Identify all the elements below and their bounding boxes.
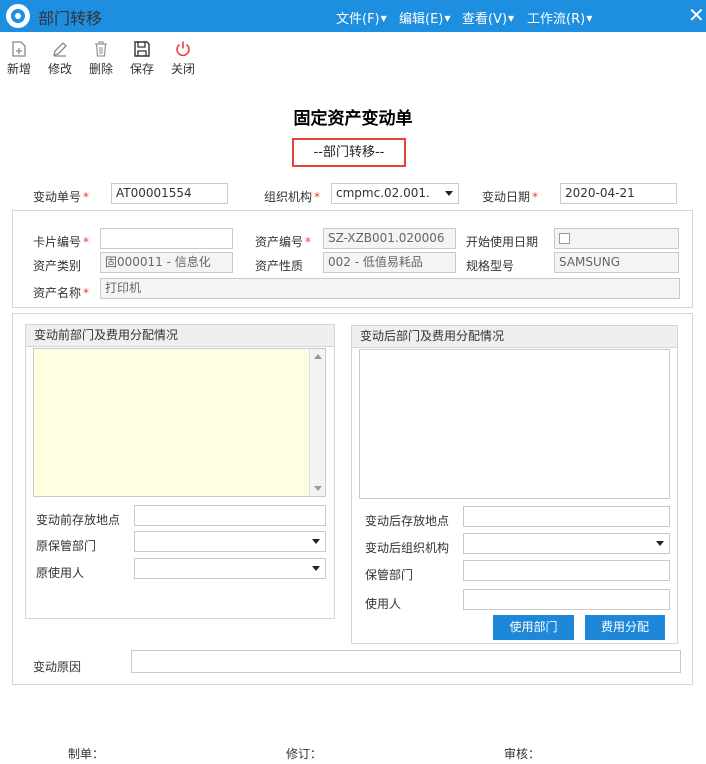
document-title: 固定资产变动单 <box>293 109 413 129</box>
dropdown-arrow-icon <box>656 541 664 546</box>
menu-view[interactable]: 查看(V)▼ <box>462 8 514 27</box>
menu-edit[interactable]: 编辑(E)▼ <box>399 8 451 27</box>
caret-down-icon: ▼ <box>508 14 515 23</box>
dropdown-arrow-icon <box>312 539 320 544</box>
asset-no-field[interactable]: SZ-XZB001.020006 <box>323 228 456 249</box>
scroll-down-icon[interactable] <box>314 486 322 491</box>
before-allocation-list[interactable] <box>33 348 326 497</box>
caret-down-icon: ▼ <box>380 14 387 23</box>
change-no-field[interactable]: AT00001554 <box>111 183 228 204</box>
window-title: 部门转移 <box>38 9 103 28</box>
dropdown-arrow-icon <box>445 191 453 196</box>
reason-field[interactable] <box>131 650 681 673</box>
before-location-label: 变动前存放地点 <box>36 513 121 527</box>
nature-field[interactable]: 002 - 低值易耗品 <box>323 252 456 273</box>
orig-user-label: 原使用人 <box>36 566 85 580</box>
after-org-select[interactable] <box>463 533 670 554</box>
custodian-dept-label: 保管部门 <box>365 568 414 582</box>
new-button-label: 新增 <box>6 62 31 76</box>
delete-button[interactable]: 删除 <box>85 40 117 77</box>
pencil-icon <box>53 42 67 57</box>
category-label: 资产类别 <box>33 259 82 273</box>
close-button[interactable]: 关闭 <box>167 40 199 77</box>
menu-file[interactable]: 文件(F)▼ <box>336 8 387 27</box>
after-org-label: 变动后组织机构 <box>365 541 450 555</box>
document-subtitle: --部门转移-- <box>292 138 406 167</box>
vertical-scrollbar[interactable] <box>309 349 325 496</box>
caret-down-icon: ▼ <box>586 14 593 23</box>
change-date-label: 变动日期 * <box>482 190 539 204</box>
cost-allocation-button[interactable]: 费用分配 <box>585 615 665 640</box>
edit-button-label: 修改 <box>47 62 72 76</box>
save-button-label: 保存 <box>129 62 154 76</box>
start-date-label: 开始使用日期 <box>466 235 539 249</box>
category-field[interactable]: 固000011 - 信息化 <box>100 252 233 273</box>
maker-label: 制单： <box>68 747 105 761</box>
nature-label: 资产性质 <box>255 259 304 273</box>
card-no-label: 卡片编号 * <box>33 235 90 249</box>
menu-workflow[interactable]: 工作流(R)▼ <box>527 8 592 27</box>
start-date-checkbox[interactable] <box>559 233 570 244</box>
trash-icon <box>95 41 107 57</box>
save-button[interactable]: 保存 <box>126 40 158 77</box>
org-select[interactable]: cmpmc.02.001. <box>331 183 459 204</box>
asset-name-field[interactable]: 打印机 <box>100 278 680 299</box>
use-dept-button[interactable]: 使用部门 <box>493 615 574 640</box>
asset-no-label: 资产编号 * <box>255 235 312 249</box>
orig-user-select[interactable] <box>134 558 326 579</box>
audit-label: 审核： <box>504 747 541 761</box>
app-logo-icon <box>6 4 30 28</box>
after-location-label: 变动后存放地点 <box>365 514 450 528</box>
user-label: 使用人 <box>365 597 402 611</box>
after-location-field[interactable] <box>463 506 670 527</box>
card-no-field[interactable] <box>100 228 233 249</box>
delete-button-label: 删除 <box>88 62 113 76</box>
power-icon <box>176 41 190 57</box>
org-select-value: cmpmc.02.001. <box>336 186 430 200</box>
after-change-title: 变动后部门及费用分配情况 <box>352 326 677 348</box>
floppy-disk-icon <box>134 41 150 57</box>
user-field[interactable] <box>463 589 670 610</box>
caret-down-icon: ▼ <box>444 14 451 23</box>
reason-label: 变动原因 <box>33 660 82 674</box>
close-button-label: 关闭 <box>170 62 195 76</box>
new-document-icon <box>12 41 26 57</box>
change-date-field[interactable]: 2020-04-21 <box>560 183 677 204</box>
change-no-label: 变动单号 * <box>33 190 90 204</box>
revise-label: 修订： <box>286 747 323 761</box>
custodian-dept-field[interactable] <box>463 560 670 581</box>
scroll-up-icon[interactable] <box>314 354 322 359</box>
new-button[interactable]: 新增 <box>3 40 35 77</box>
model-field[interactable]: SAMSUNG <box>554 252 679 273</box>
before-location-field[interactable] <box>134 505 326 526</box>
start-date-field[interactable] <box>554 228 679 249</box>
orig-dept-label: 原保管部门 <box>36 539 97 553</box>
asset-name-label: 资产名称 * <box>33 286 90 300</box>
edit-button[interactable]: 修改 <box>44 40 76 77</box>
after-allocation-list[interactable] <box>359 349 670 499</box>
model-label: 规格型号 <box>466 259 515 273</box>
orig-dept-select[interactable] <box>134 531 326 552</box>
window-close-icon[interactable]: ✕ <box>688 4 705 26</box>
dropdown-arrow-icon <box>312 566 320 571</box>
before-change-title: 变动前部门及费用分配情况 <box>26 325 334 347</box>
org-label: 组织机构 * <box>264 190 321 204</box>
